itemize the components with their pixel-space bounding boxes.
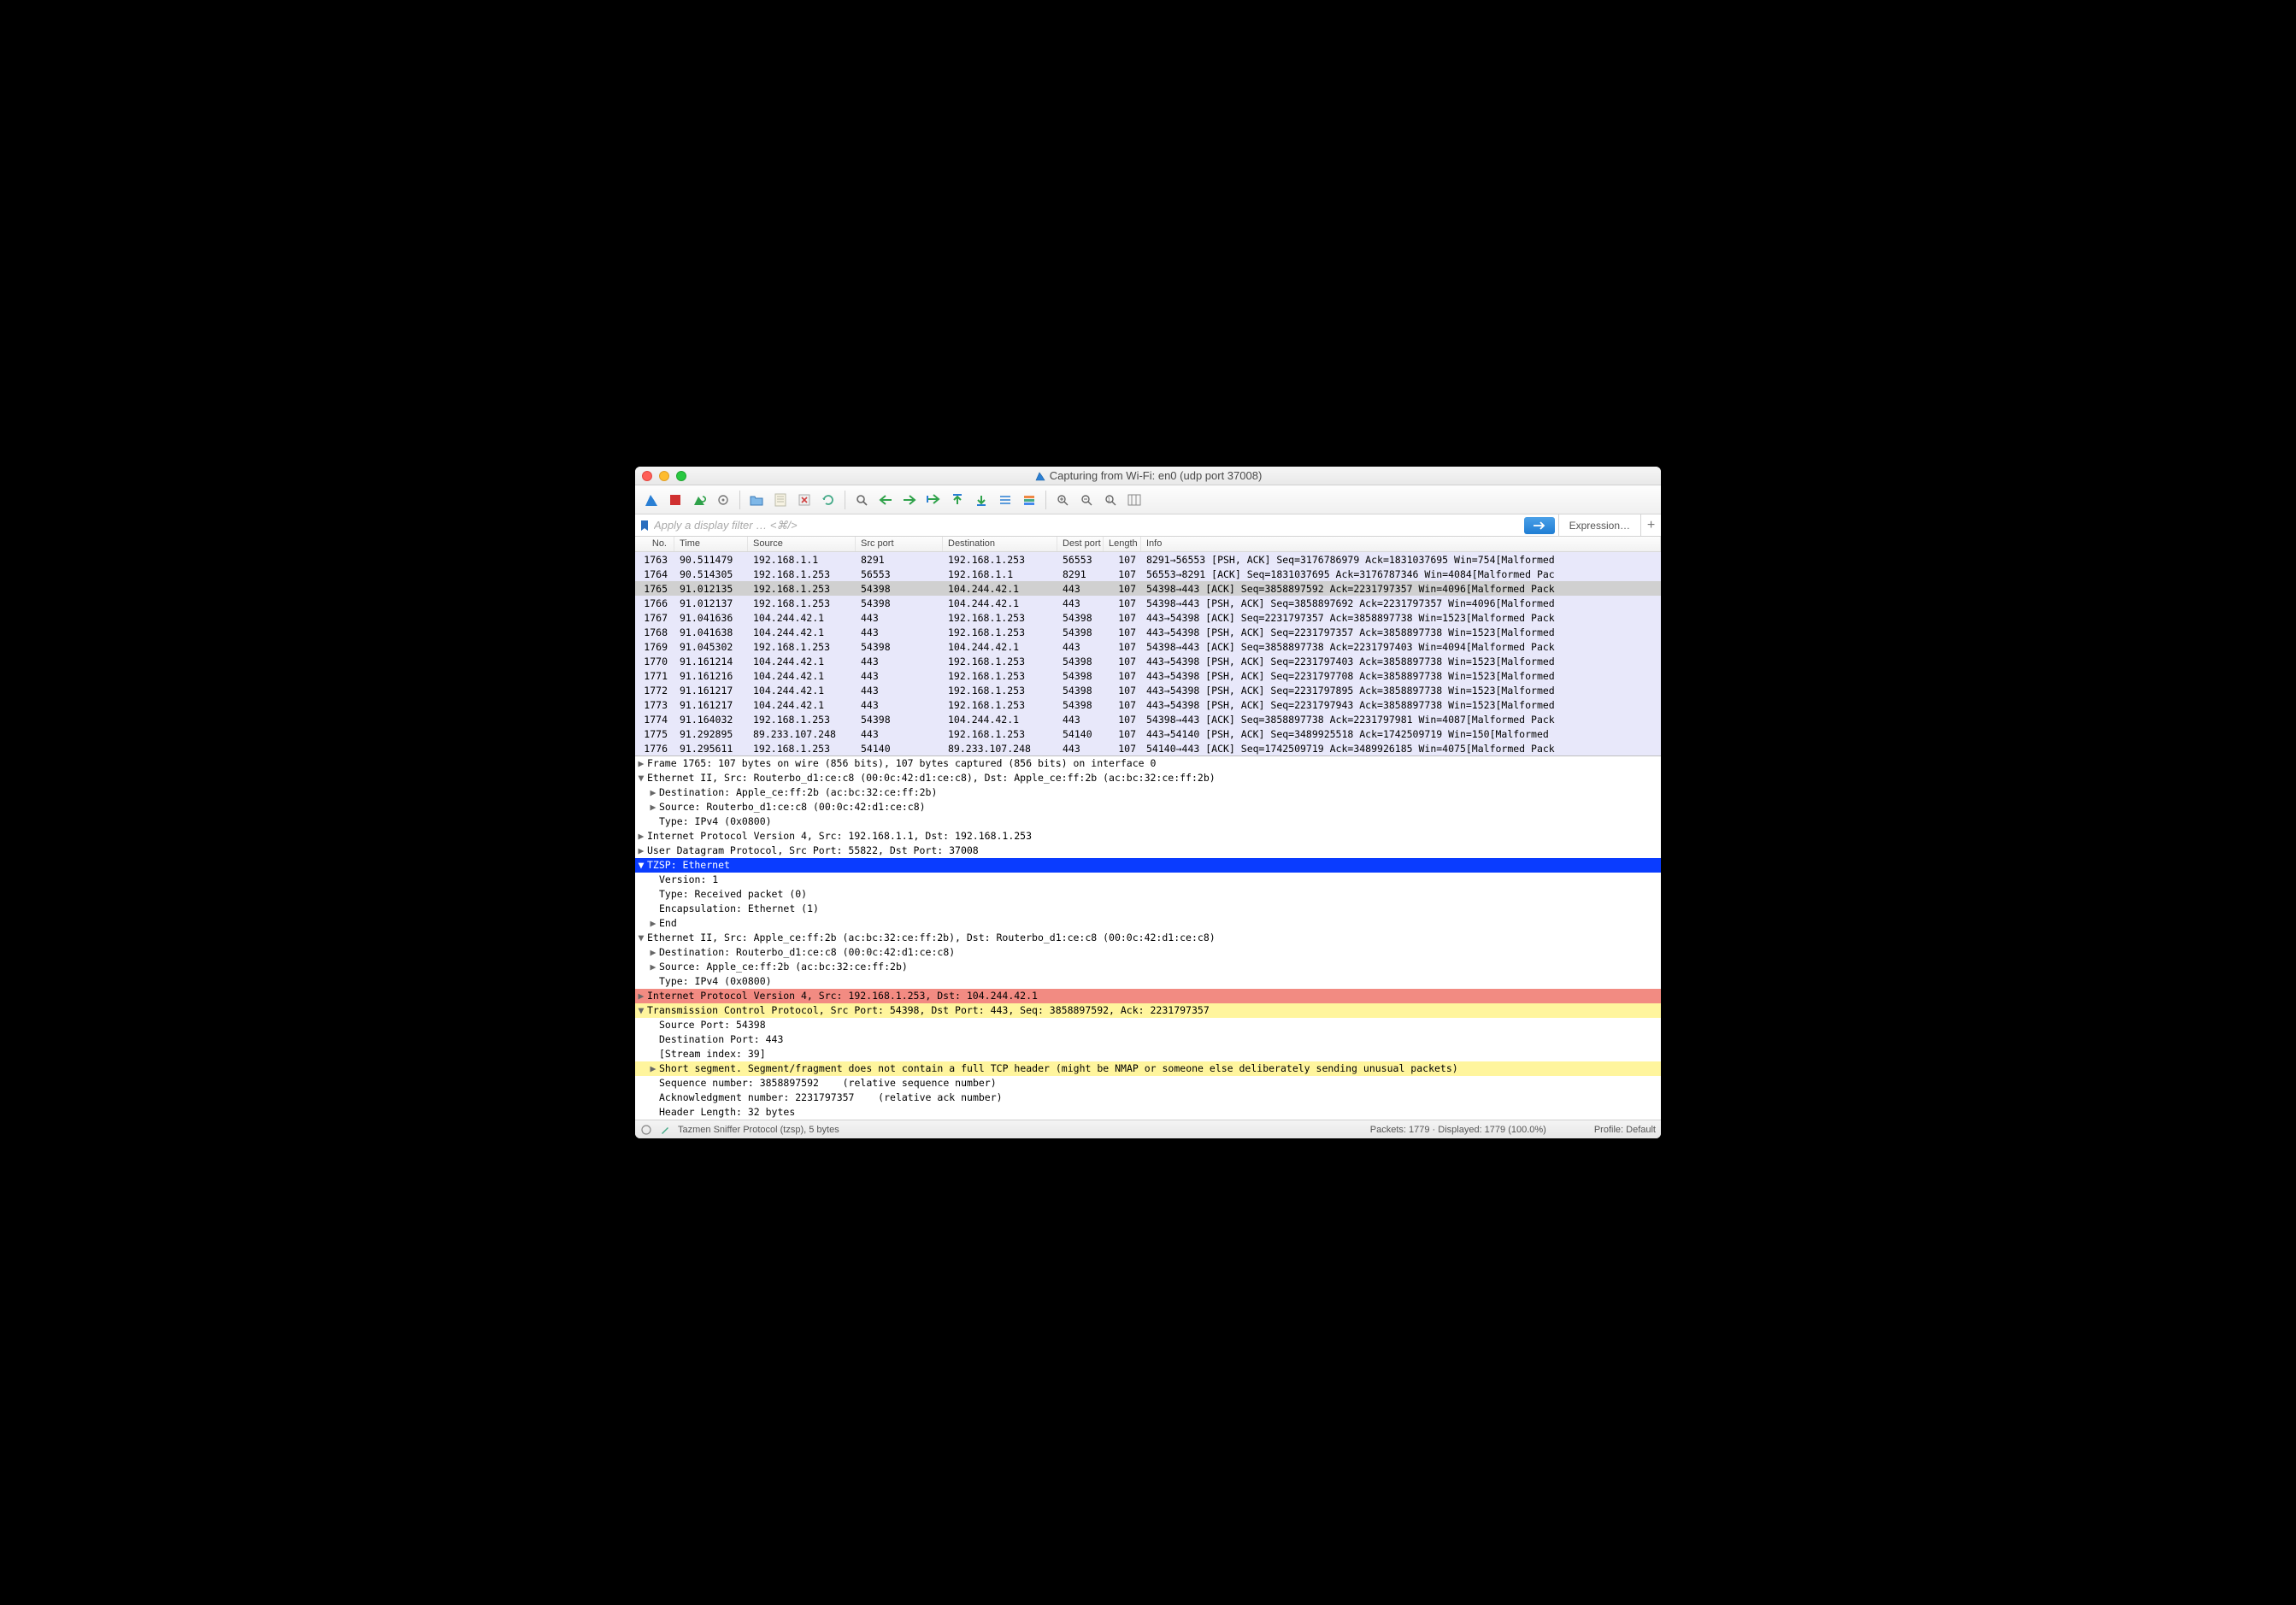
detail-row[interactable]: ▶Internet Protocol Version 4, Src: 192.1…: [635, 989, 1661, 1003]
packet-row[interactable]: 177691.295611192.168.1.2535414089.233.10…: [635, 741, 1661, 755]
zoom-out-button[interactable]: [1075, 489, 1098, 511]
packet-row[interactable]: 176791.041636104.244.42.1443192.168.1.25…: [635, 610, 1661, 625]
add-filter-button[interactable]: +: [1640, 514, 1661, 536]
detail-row[interactable]: Type: IPv4 (0x0800): [635, 974, 1661, 989]
detail-row[interactable]: Type: IPv4 (0x0800): [635, 814, 1661, 829]
status-packets: Packets: 1779 · Displayed: 1779 (100.0%): [1370, 1125, 1546, 1135]
find-packet-button[interactable]: [851, 489, 873, 511]
apply-filter-button[interactable]: [1524, 517, 1555, 534]
packet-details-pane[interactable]: ▶Frame 1765: 107 bytes on wire (856 bits…: [635, 755, 1661, 1120]
go-to-packet-button[interactable]: [922, 489, 945, 511]
main-toolbar: 1: [635, 485, 1661, 514]
open-file-button[interactable]: [745, 489, 768, 511]
packet-list-header[interactable]: No. Time Source Src port Destination Des…: [635, 537, 1661, 552]
packet-row[interactable]: 177291.161217104.244.42.1443192.168.1.25…: [635, 683, 1661, 697]
detail-row[interactable]: Type: Received packet (0): [635, 887, 1661, 902]
detail-row[interactable]: Version: 1: [635, 873, 1661, 887]
detail-row[interactable]: ▼Ethernet II, Src: Routerbo_d1:ce:c8 (00…: [635, 771, 1661, 785]
packet-row[interactable]: 176991.045302192.168.1.25354398104.244.4…: [635, 639, 1661, 654]
window-title-text: Capturing from Wi-Fi: en0 (udp port 3700…: [1050, 469, 1263, 482]
detail-row[interactable]: [Stream index: 39]: [635, 1047, 1661, 1061]
titlebar: Capturing from Wi-Fi: en0 (udp port 3700…: [635, 467, 1661, 485]
col-header-no[interactable]: No.: [635, 537, 674, 551]
packet-row[interactable]: 176390.511479192.168.1.18291192.168.1.25…: [635, 552, 1661, 567]
packet-list-body[interactable]: 176390.511479192.168.1.18291192.168.1.25…: [635, 552, 1661, 755]
app-window: Capturing from Wi-Fi: en0 (udp port 3700…: [635, 467, 1661, 1138]
detail-row[interactable]: ▶Short segment. Segment/fragment does no…: [635, 1061, 1661, 1076]
col-header-dport[interactable]: Dest port: [1057, 537, 1104, 551]
packet-row[interactable]: 176591.012135192.168.1.25354398104.244.4…: [635, 581, 1661, 596]
resize-columns-button[interactable]: [1123, 489, 1145, 511]
window-title: Capturing from Wi-Fi: en0 (udp port 3700…: [635, 469, 1661, 482]
col-header-dst[interactable]: Destination: [943, 537, 1057, 551]
expert-info-icon[interactable]: [640, 1124, 652, 1136]
detail-row[interactable]: ▶Internet Protocol Version 4, Src: 192.1…: [635, 829, 1661, 844]
detail-row[interactable]: Sequence number: 3858897592 (relative se…: [635, 1076, 1661, 1091]
col-header-len[interactable]: Length: [1104, 537, 1141, 551]
col-header-src[interactable]: Source: [748, 537, 856, 551]
go-last-button[interactable]: [970, 489, 992, 511]
detail-row[interactable]: ▼Ethernet II, Src: Apple_ce:ff:2b (ac:bc…: [635, 931, 1661, 945]
edit-icon[interactable]: [659, 1124, 671, 1136]
detail-row[interactable]: Destination Port: 443: [635, 1032, 1661, 1047]
reload-button[interactable]: [817, 489, 839, 511]
detail-row[interactable]: ▶Destination: Apple_ce:ff:2b (ac:bc:32:c…: [635, 785, 1661, 800]
detail-row[interactable]: Acknowledgment number: 2231797357 (relat…: [635, 1091, 1661, 1105]
packet-row[interactable]: 176691.012137192.168.1.25354398104.244.4…: [635, 596, 1661, 610]
toolbar-separator: [1045, 491, 1046, 509]
expression-button[interactable]: Expression…: [1558, 514, 1640, 536]
auto-scroll-button[interactable]: [994, 489, 1016, 511]
close-file-button[interactable]: [793, 489, 815, 511]
display-filter-input[interactable]: [651, 519, 1521, 532]
go-first-button[interactable]: [946, 489, 968, 511]
detail-row[interactable]: ▶End: [635, 916, 1661, 931]
packet-row[interactable]: 177091.161214104.244.42.1443192.168.1.25…: [635, 654, 1661, 668]
packet-row[interactable]: 177191.161216104.244.42.1443192.168.1.25…: [635, 668, 1661, 683]
col-header-time[interactable]: Time: [674, 537, 748, 551]
detail-row[interactable]: ▶Source: Routerbo_d1:ce:c8 (00:0c:42:d1:…: [635, 800, 1661, 814]
colorize-button[interactable]: [1018, 489, 1040, 511]
status-protocol: Tazmen Sniffer Protocol (tzsp), 5 bytes: [678, 1125, 839, 1135]
packet-row[interactable]: 176891.041638104.244.42.1443192.168.1.25…: [635, 625, 1661, 639]
col-header-info[interactable]: Info: [1141, 537, 1661, 551]
app-shark-fin-icon: [1034, 470, 1046, 482]
go-back-button[interactable]: [874, 489, 897, 511]
detail-row[interactable]: ▼TZSP: Ethernet: [635, 858, 1661, 873]
stop-capture-button[interactable]: [664, 489, 686, 511]
detail-row[interactable]: Encapsulation: Ethernet (1): [635, 902, 1661, 916]
detail-row[interactable]: ▶User Datagram Protocol, Src Port: 55822…: [635, 844, 1661, 858]
go-forward-button[interactable]: [898, 489, 921, 511]
detail-row[interactable]: ▼Transmission Control Protocol, Src Port…: [635, 1003, 1661, 1018]
status-bar: Tazmen Sniffer Protocol (tzsp), 5 bytes …: [635, 1120, 1661, 1138]
detail-row[interactable]: ▶Frame 1765: 107 bytes on wire (856 bits…: [635, 756, 1661, 771]
packet-row[interactable]: 177491.164032192.168.1.25354398104.244.4…: [635, 712, 1661, 726]
zoom-reset-button[interactable]: 1: [1099, 489, 1122, 511]
col-header-sport[interactable]: Src port: [856, 537, 943, 551]
capture-options-button[interactable]: [712, 489, 734, 511]
shark-fin-icon[interactable]: [640, 489, 662, 511]
bookmark-icon[interactable]: [639, 520, 651, 532]
save-file-button[interactable]: [769, 489, 792, 511]
status-profile[interactable]: Profile: Default: [1594, 1125, 1656, 1135]
toolbar-separator: [739, 491, 740, 509]
zoom-in-button[interactable]: [1051, 489, 1074, 511]
packet-row[interactable]: 177591.29289589.233.107.248443192.168.1.…: [635, 726, 1661, 741]
detail-row[interactable]: ▶Destination: Routerbo_d1:ce:c8 (00:0c:4…: [635, 945, 1661, 960]
packet-row[interactable]: 176490.514305192.168.1.25356553192.168.1…: [635, 567, 1661, 581]
restart-capture-button[interactable]: [688, 489, 710, 511]
packet-list-pane: No. Time Source Src port Destination Des…: [635, 537, 1661, 755]
detail-row[interactable]: ▶Source: Apple_ce:ff:2b (ac:bc:32:ce:ff:…: [635, 960, 1661, 974]
detail-row[interactable]: Source Port: 54398: [635, 1018, 1661, 1032]
detail-row[interactable]: Header Length: 32 bytes: [635, 1105, 1661, 1120]
display-filter-bar: Expression… +: [635, 514, 1661, 537]
packet-row[interactable]: 177391.161217104.244.42.1443192.168.1.25…: [635, 697, 1661, 712]
